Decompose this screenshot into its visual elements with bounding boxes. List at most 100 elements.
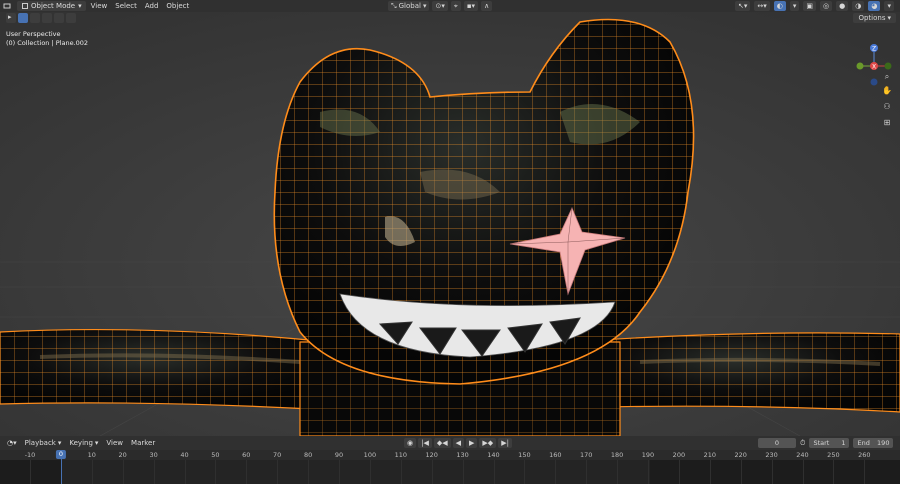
ruler-gridline xyxy=(678,460,680,484)
cursor-icon: ▸ xyxy=(8,13,12,21)
playhead-indicator[interactable]: 0 xyxy=(55,450,67,459)
object-mode-icon xyxy=(22,3,28,9)
ruler-tick: 30 xyxy=(149,451,158,459)
menu-select[interactable]: Select xyxy=(112,1,140,11)
options-dropdown[interactable]: Options ▾ xyxy=(853,13,896,23)
frame-ruler[interactable]: -10 10 20 30 40 50 60 70 80 90 100 110 120 130 140 150 1… xyxy=(0,450,900,460)
timeline-menu-keying[interactable]: Keying ▾ xyxy=(66,438,101,448)
xray-toggle[interactable]: ▣ xyxy=(803,1,817,11)
shading-rendered-button[interactable]: ◕ xyxy=(868,1,881,11)
snap-target-button[interactable]: ▪▾ xyxy=(463,1,479,11)
ruler-gridline xyxy=(493,460,495,484)
ruler-tick: 240 xyxy=(796,451,809,459)
zoom-icon[interactable]: ⌕ xyxy=(882,72,892,82)
selectability-button[interactable]: ↖▾ xyxy=(735,1,751,11)
post-range-dim xyxy=(650,460,900,484)
auto-keying-button[interactable]: ◉ xyxy=(404,438,417,448)
ruler-gridline xyxy=(833,460,835,484)
select-intersect-mode[interactable] xyxy=(66,13,76,23)
transform-orientation-dropdown[interactable]: ⤡ Global ▾ xyxy=(388,1,430,11)
proportional-edit-button[interactable]: ∧ xyxy=(481,1,493,11)
shading-dropdown[interactable]: ▾ xyxy=(884,1,894,11)
menu-add[interactable]: Add xyxy=(142,1,162,11)
select-extend-mode[interactable] xyxy=(30,13,40,23)
gizmo-z-neg-axis xyxy=(870,78,878,86)
ruler-tick: -10 xyxy=(24,451,36,459)
ruler-gridline xyxy=(617,460,619,484)
3d-viewport[interactable]: ▸ Options ▾ User Perspective (0) Collect… xyxy=(0,12,900,436)
navigation-gizmo[interactable]: Z X xyxy=(856,40,892,90)
timeline-menu-marker[interactable]: Marker xyxy=(128,438,158,448)
overlays-dropdown[interactable]: ▾ xyxy=(789,1,800,11)
timeline-editor-type-button[interactable]: ◔▾ xyxy=(4,438,20,448)
jump-start-button[interactable]: |◀ xyxy=(418,438,432,448)
shading-wireframe-button[interactable]: ◎ xyxy=(820,1,833,11)
chevron-down-icon: ▾ xyxy=(94,439,99,447)
jump-start-icon: |◀ xyxy=(421,439,429,447)
ruler-tick: 210 xyxy=(703,451,717,459)
shading-solid-button[interactable]: ● xyxy=(836,1,849,11)
ruler-tick: 260 xyxy=(858,451,871,459)
editor-type-button[interactable] xyxy=(0,1,14,11)
grid-view-icon[interactable]: ⊞ xyxy=(882,118,892,128)
ruler-tick: 100 xyxy=(363,451,377,459)
ruler-gridline xyxy=(308,460,310,484)
editor-type-icon xyxy=(3,3,11,9)
snap-icon: ⌖ xyxy=(453,1,458,10)
record-icon: ◉ xyxy=(407,439,414,447)
timeline-menu-playback[interactable]: Playback ▾ xyxy=(22,438,65,448)
ruler-tick: 170 xyxy=(579,451,593,459)
play-reverse-button[interactable]: ◀ xyxy=(452,438,465,448)
menu-view[interactable]: View xyxy=(88,1,111,11)
ruler-gridline xyxy=(555,460,557,484)
ruler-tick: 180 xyxy=(610,451,624,459)
shading-material-button[interactable]: ◑ xyxy=(852,1,865,11)
ruler-tick: 80 xyxy=(303,451,313,459)
pan-hand-icon[interactable]: ✋ xyxy=(882,86,892,96)
ruler-gridline xyxy=(184,460,186,484)
stopwatch-icon[interactable]: ⏱ xyxy=(800,439,805,448)
prev-keyframe-button[interactable]: ◆◀ xyxy=(433,438,451,448)
select-tool-button[interactable]: ▸ xyxy=(6,13,16,23)
viewport-scene xyxy=(0,12,900,436)
camera-view-icon[interactable]: ⚇ xyxy=(882,102,892,112)
ruler-tick: 130 xyxy=(456,451,469,459)
overlays-toggle[interactable]: ◐ xyxy=(773,1,786,11)
ruler-gridline xyxy=(802,460,804,484)
jump-end-button[interactable]: ▶| xyxy=(498,438,512,448)
ruler-gridline xyxy=(91,460,93,484)
timeline-area[interactable]: -10 10 20 30 40 50 60 70 80 90 100 110 120 130 140 150 1… xyxy=(0,450,900,484)
rendered-sphere-icon: ◕ xyxy=(871,2,878,10)
select-box-mode[interactable] xyxy=(18,13,28,23)
next-keyframe-button[interactable]: ▶◆ xyxy=(479,438,497,448)
chevron-down-icon: ▾ xyxy=(792,2,797,10)
ruler-gridline xyxy=(524,460,526,484)
ruler-tick: 150 xyxy=(518,451,531,459)
jump-end-icon: ▶| xyxy=(501,439,509,447)
start-frame-field[interactable]: Start 1 xyxy=(809,438,850,448)
pivot-point-button[interactable]: ⊙▾ xyxy=(432,1,448,11)
gizmo-toggle[interactable]: ↔▾ xyxy=(754,1,770,11)
ruler-gridline xyxy=(864,460,866,484)
chevron-down-icon: ▾ xyxy=(57,439,62,447)
ruler-tick: 40 xyxy=(180,451,189,459)
menu-object[interactable]: Object xyxy=(163,1,192,11)
mode-dropdown[interactable]: Object Mode ▾ xyxy=(17,1,86,11)
select-invert-mode[interactable] xyxy=(54,13,64,23)
ruler-gridline xyxy=(153,460,155,484)
select-subtract-mode[interactable] xyxy=(42,13,52,23)
ruler-gridline xyxy=(431,460,433,484)
xray-icon: ▣ xyxy=(806,2,814,10)
timeline-menu-view[interactable]: View xyxy=(103,438,126,448)
snap-toggle[interactable]: ⌖ xyxy=(450,1,461,11)
play-button[interactable]: ▶ xyxy=(466,438,478,448)
ruler-tick: 250 xyxy=(827,451,840,459)
solid-sphere-icon: ● xyxy=(839,2,846,10)
snap-target-icon: ▪▾ xyxy=(466,2,476,10)
ruler-tick: 200 xyxy=(672,451,686,459)
current-frame-field[interactable]: 0 xyxy=(758,438,796,448)
orientation-label: Global xyxy=(398,2,421,10)
wireframe-sphere-icon: ◎ xyxy=(823,2,830,10)
gizmo-x-label: X xyxy=(872,64,876,71)
end-frame-field[interactable]: End 190 xyxy=(853,438,894,448)
